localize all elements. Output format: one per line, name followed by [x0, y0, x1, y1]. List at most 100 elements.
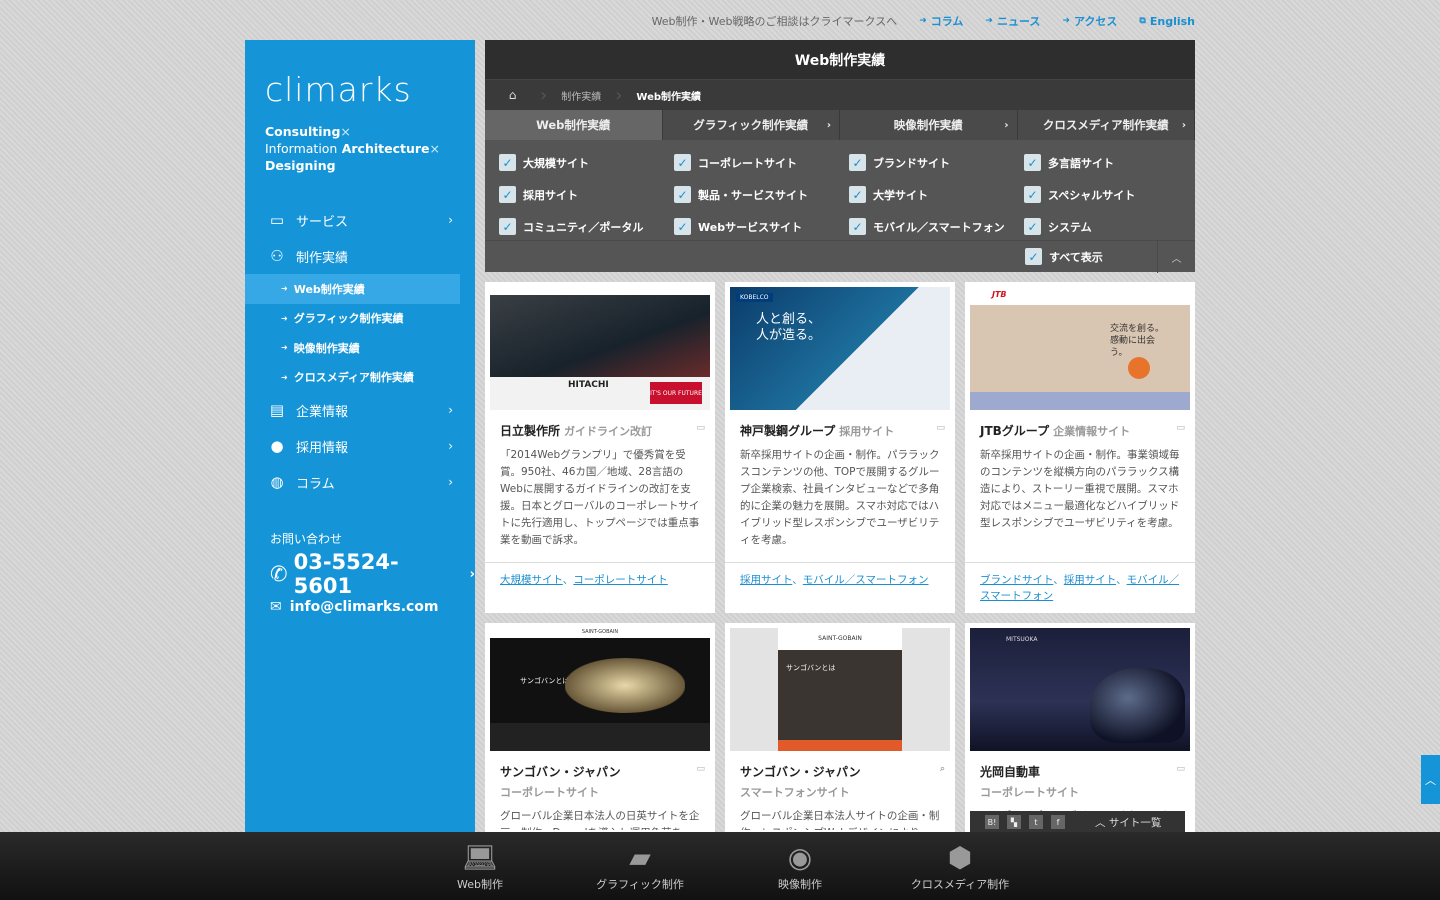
- checkbox-checked-icon[interactable]: ✓: [1024, 154, 1041, 171]
- checkbox-checked-icon[interactable]: ✓: [1024, 218, 1041, 235]
- breadcrumb-separator: ›: [615, 84, 623, 106]
- nav-news[interactable]: ➜ ニュース: [985, 13, 1040, 29]
- nav-column[interactable]: ➜ コラム: [919, 13, 963, 29]
- sub-item-web[interactable]: ➜ Web制作実績: [245, 274, 460, 304]
- delicious-icon[interactable]: ▚: [1007, 815, 1021, 829]
- tag-link[interactable]: 採用サイト: [1064, 574, 1116, 586]
- back-to-top-button[interactable]: ︿: [1421, 755, 1440, 804]
- nav-access[interactable]: ➜ アクセス: [1062, 13, 1117, 29]
- work-title: 光岡自動車 ▭: [980, 764, 1185, 779]
- filter-product[interactable]: ✓ 製品・サービスサイト: [674, 184, 849, 205]
- work-thumbnail[interactable]: HITACHI IT'S OUR FUTURE: [490, 287, 710, 410]
- work-thumbnail[interactable]: JTB 交流を創る。感動に出会う。: [970, 287, 1190, 410]
- work-title: 日立製作所 ガイドライン改訂 ▭: [500, 423, 705, 438]
- chevron-right-icon: ›: [826, 119, 831, 131]
- nav-english[interactable]: ⧉ English: [1139, 15, 1195, 28]
- work-card[interactable]: HITACHI IT'S OUR FUTURE 日立製作所 ガイドライン改訂 ▭ 「…: [485, 282, 715, 613]
- checkbox-checked-icon[interactable]: ✓: [849, 218, 866, 235]
- work-title: JTBグループ 企業情報サイト ▭: [980, 423, 1185, 438]
- tag-link[interactable]: コーポレートサイト: [573, 574, 668, 586]
- checkbox-checked-icon[interactable]: ✓: [499, 154, 516, 171]
- filter-webservice[interactable]: ✓ Webサービスサイト: [674, 216, 849, 237]
- work-card[interactable]: KOBELCO 人と創る、人が造る。 神戸製鋼グループ 採用サイト ▭ 新卒採用サイ…: [725, 282, 955, 613]
- tab-video[interactable]: 映像制作実績 ›: [840, 110, 1018, 140]
- facebook-icon[interactable]: f: [1051, 815, 1065, 829]
- sitemap-toggle[interactable]: ︿ サイト一覧: [1095, 815, 1161, 830]
- filter-brand[interactable]: ✓ ブランドサイト: [849, 152, 1024, 173]
- work-card[interactable]: JTB 交流を創る。感動に出会う。 JTBグループ 企業情報サイト ▭ 新卒採用サイ…: [965, 282, 1195, 613]
- work-thumbnail[interactable]: SAINT-GOBAIN サンゴバンとは: [490, 628, 710, 751]
- contact-phone[interactable]: ✆ 03-5524-5601 ›: [270, 550, 475, 598]
- checkbox-checked-icon[interactable]: ✓: [849, 186, 866, 203]
- laptop-icon: ▭: [269, 211, 285, 229]
- sidebar-item-works[interactable]: ⚇ 制作実績: [245, 238, 475, 274]
- sidebar-item-column[interactable]: ◍ コラム ›: [245, 464, 475, 500]
- sub-item-crossmedia[interactable]: ➜ クロスメディア制作実績: [245, 363, 475, 393]
- filter-checkboxes: ✓ 大規模サイト ✓ コーポレートサイト ✓ ブランドサイト ✓ 多言語サイト ✓ 採用サ…: [485, 140, 1195, 240]
- filter-mobile[interactable]: ✓ モバイル／スマートフォン: [849, 216, 1024, 237]
- contact-mail[interactable]: ✉ info@climarks.com: [270, 599, 475, 615]
- checkbox-checked-icon[interactable]: ✓: [849, 154, 866, 171]
- thumbnail-phone: [778, 628, 902, 751]
- filter-show-all[interactable]: ✓ すべて表示: [1025, 246, 1103, 267]
- work-card[interactable]: MITSUOKA 光岡自動車▭ コーポレートサイト レスポンシブWebデザインに…: [965, 623, 1195, 843]
- filter-system[interactable]: ✓ システム: [1024, 216, 1184, 237]
- bottom-nav-crossmedia[interactable]: ⬢ クロスメディア制作: [880, 832, 1040, 900]
- work-description: 新卒採用サイトの企画・制作。パララックスコンテンツの他、TOPで展開するグループ…: [740, 449, 940, 546]
- filter-recruit[interactable]: ✓ 採用サイト: [499, 184, 674, 205]
- work-thumbnail[interactable]: KOBELCO 人と創る、人が造る。: [730, 287, 950, 410]
- work-title: 神戸製鋼グループ 採用サイト ▭: [740, 423, 945, 438]
- filter-university[interactable]: ✓ 大学サイト: [849, 184, 1024, 205]
- bottom-nav-video[interactable]: ◉ 映像制作: [720, 832, 880, 900]
- bottom-nav-graphic[interactable]: ▰ グラフィック制作: [560, 832, 720, 900]
- chevron-up-icon: ︿: [1095, 816, 1106, 829]
- work-thumbnail[interactable]: SAINT-GOBAIN サンゴバンとは: [730, 628, 950, 751]
- page-title: Web制作実績: [485, 40, 1195, 80]
- hatena-bookmark-icon[interactable]: B!: [985, 815, 999, 829]
- work-card[interactable]: SAINT-GOBAIN サンゴバンとは サンゴバン・ジャパン ⌕ スマートフォン…: [725, 623, 955, 843]
- breadcrumb-works[interactable]: 制作実績: [547, 88, 615, 103]
- checkbox-checked-icon[interactable]: ✓: [674, 218, 691, 235]
- sidebar-item-recruit[interactable]: ● 採用情報 ›: [245, 428, 475, 464]
- filter-community[interactable]: ✓ コミュニティ／ポータル: [499, 216, 674, 237]
- tab-web[interactable]: Web制作実績: [485, 110, 663, 140]
- tag-link[interactable]: 採用サイト: [740, 574, 792, 586]
- checkbox-checked-icon[interactable]: ✓: [499, 186, 516, 203]
- breadcrumb: ⌂ › 制作実績 › Web制作実績: [485, 80, 1195, 110]
- collapse-icon[interactable]: ︿: [1157, 241, 1195, 273]
- chevron-right-icon: ›: [448, 213, 453, 227]
- work-title: サンゴバン・ジャパン ▭: [500, 764, 705, 779]
- filter-special[interactable]: ✓ スペシャルサイト: [1024, 184, 1184, 205]
- sidebar-item-service[interactable]: ▭ サービス ›: [245, 202, 475, 238]
- filter-multilingual[interactable]: ✓ 多言語サイト: [1024, 152, 1184, 173]
- home-icon[interactable]: ⌂: [485, 88, 540, 102]
- tab-crossmedia[interactable]: クロスメディア制作実績 ›: [1018, 110, 1195, 140]
- logo[interactable]: climarks: [265, 70, 412, 109]
- work-description: グローバル企業日本法人サイトの企画・制作。レスポンシブWebデザインにより: [740, 810, 940, 830]
- sidebar-item-company[interactable]: ▤ 企業情報 ›: [245, 392, 475, 428]
- work-card[interactable]: SAINT-GOBAIN サンゴバンとは サンゴバン・ジャパン ▭ コーポレートサ…: [485, 623, 715, 843]
- tag-link[interactable]: ブランドサイト: [980, 574, 1053, 586]
- arrow-icon: ➜: [281, 284, 288, 294]
- checkbox-checked-icon[interactable]: ✓: [674, 186, 691, 203]
- show-all-row: ✓ すべて表示 ︿: [485, 240, 1195, 273]
- twitter-icon[interactable]: t: [1029, 815, 1043, 829]
- checkbox-checked-icon[interactable]: ✓: [1024, 186, 1041, 203]
- filter-corporate[interactable]: ✓ コーポレートサイト: [674, 152, 849, 173]
- bottom-nav-web[interactable]: 💻︎ Web制作: [400, 832, 560, 900]
- consult-link[interactable]: Web制作・Web戦略のご相談はクライマークスへ: [652, 13, 898, 29]
- checkbox-checked-icon[interactable]: ✓: [499, 218, 516, 235]
- sub-item-graphic[interactable]: ➜ グラフィック制作実績: [245, 304, 475, 334]
- filter-large-site[interactable]: ✓ 大規模サイト: [499, 152, 674, 173]
- checkbox-checked-icon[interactable]: ✓: [1025, 248, 1042, 265]
- thumbnail-image: [490, 295, 710, 377]
- pc-icon: ▭: [1176, 764, 1185, 774]
- checkbox-checked-icon[interactable]: ✓: [674, 154, 691, 171]
- sidebar: climarks Consulting× Information Archite…: [245, 40, 475, 832]
- tag-link[interactable]: モバイル／スマートフォン: [803, 574, 929, 586]
- work-tags: 採用サイト、モバイル／スマートフォン: [725, 562, 955, 597]
- tab-graphic[interactable]: グラフィック制作実績 ›: [663, 110, 840, 140]
- work-thumbnail[interactable]: MITSUOKA: [970, 628, 1190, 751]
- tag-link[interactable]: 大規模サイト: [500, 574, 563, 586]
- sub-item-video[interactable]: ➜ 映像制作実績: [245, 333, 475, 363]
